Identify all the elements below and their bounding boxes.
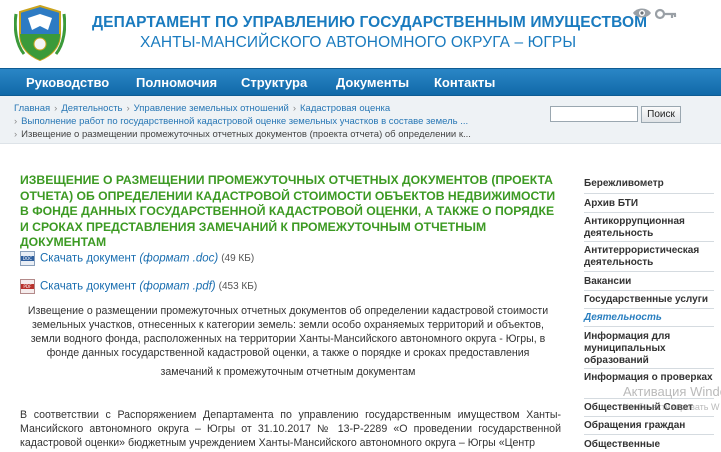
side-divider: [584, 434, 714, 435]
side-item-arkhiv-bti[interactable]: Архив БТИ: [584, 198, 714, 210]
breadcrumb-home[interactable]: Главная: [14, 103, 50, 114]
pdf-file-icon: PDF: [20, 279, 35, 294]
side-divider: [584, 193, 714, 194]
windows-activation-watermark: Активация Windo: [623, 384, 721, 399]
side-item-anticorruption[interactable]: Антикоррупционная деятельность: [584, 216, 714, 240]
download-pdf-label: Скачать документ: [40, 280, 137, 293]
breadcrumb-line-3: › Извещение о размещении промежуточных от…: [14, 129, 471, 140]
body-paragraph: В соответствии с Распоряжением Департаме…: [20, 409, 561, 449]
main-nav: Руководство Полномочия Структура Докумен…: [0, 68, 721, 96]
page-title: ИЗВЕЩЕНИЕ О РАЗМЕЩЕНИИ ПРОМЕЖУТОЧНЫХ ОТЧ…: [20, 173, 556, 249]
download-doc-size: (49 КБ): [221, 253, 255, 264]
side-divider: [584, 416, 714, 417]
org-title: ДЕПАРТАМЕНТ ПО УПРАВЛЕНИЮ ГОСУДАРСТВЕННЫ…: [92, 14, 648, 31]
breadcrumb-land-relations[interactable]: Управление земельных отношений: [134, 103, 289, 114]
side-divider: [584, 212, 714, 213]
windows-activation-hint: Чтобы активировать W: [623, 402, 720, 412]
eye-icon[interactable]: [632, 6, 652, 20]
side-item-vacancies[interactable]: Вакансии: [584, 276, 714, 288]
breadcrumb-line-2: › Выполнение работ по государственной кад…: [14, 116, 469, 127]
svg-text:PDF: PDF: [23, 284, 32, 289]
org-subtitle: ХАНТЫ-МАНСИЙСКОГО АВТОНОМНОГО ОКРУГА – Ю…: [140, 34, 577, 51]
download-doc-label: Скачать документ: [40, 252, 137, 265]
download-pdf-size: (453 КБ): [218, 281, 258, 292]
side-item-public[interactable]: Общественные: [584, 439, 714, 451]
download-doc-button[interactable]: Скачать документ (формат .doc): [40, 253, 218, 265]
download-doc-link: DOC Скачать документ (формат .doc) (49 КБ…: [20, 251, 254, 267]
side-item-citizen-appeals[interactable]: Обращения граждан: [584, 420, 714, 432]
search-button[interactable]: Поиск: [641, 106, 681, 123]
breadcrumb-current: Извещение о размещении промежуточных отч…: [21, 129, 471, 140]
side-item-gov-services[interactable]: Государственные услуги: [584, 294, 714, 306]
side-divider: [584, 271, 714, 272]
download-pdf-link: PDF Скачать документ (формат .pdf) (453 К…: [20, 279, 257, 295]
side-item-antiterror[interactable]: Антитеррористическая деятельность: [584, 245, 714, 269]
nav-item-polnomochiya[interactable]: Полномочия: [136, 75, 217, 90]
coat-of-arms-icon[interactable]: [14, 4, 66, 62]
search-input[interactable]: [550, 106, 638, 122]
side-divider: [584, 290, 714, 291]
download-pdf-button[interactable]: Скачать документ (формат .pdf): [40, 281, 216, 293]
site-header: ДЕПАРТАМЕНТ ПО УПРАВЛЕНИЮ ГОСУДАРСТВЕННЫ…: [0, 0, 721, 68]
side-divider: [584, 326, 714, 327]
announcement-text: Извещение о размещении промежуточных отч…: [27, 305, 549, 359]
breadcrumb-works[interactable]: Выполнение работ по государственной када…: [21, 116, 468, 127]
doc-file-icon: DOC: [20, 251, 35, 266]
breadcrumb-cadastral[interactable]: Кадастровая оценка: [300, 103, 390, 114]
side-item-municipal-info[interactable]: Информация для муниципальных образований: [584, 331, 714, 367]
key-icon[interactable]: [655, 8, 677, 20]
side-item-inspections[interactable]: Информация о проверках: [584, 372, 714, 384]
breadcrumb-line-1: Главная › Деятельность › Управление земельны…: [14, 103, 391, 114]
breadcrumb-activity[interactable]: Деятельность: [61, 103, 122, 114]
nav-item-struktura[interactable]: Структура: [241, 75, 307, 90]
side-divider: [584, 241, 714, 242]
nav-item-rukovodstvo[interactable]: Руководство: [26, 75, 109, 90]
side-item-activity[interactable]: Деятельность: [584, 312, 714, 324]
svg-text:DOC: DOC: [23, 256, 33, 261]
download-doc-format: (формат .doc): [139, 252, 219, 265]
nav-item-kontakty[interactable]: Контакты: [434, 75, 495, 90]
nav-item-dokumenty[interactable]: Документы: [336, 75, 409, 90]
side-divider: [584, 308, 714, 309]
side-item-berezhlivometr[interactable]: Бережливометр: [584, 178, 714, 190]
download-pdf-format: (формат .pdf): [139, 280, 216, 293]
side-divider: [584, 368, 714, 369]
announcement-tail: замечаний к промежуточным отчетным докум…: [160, 366, 416, 378]
